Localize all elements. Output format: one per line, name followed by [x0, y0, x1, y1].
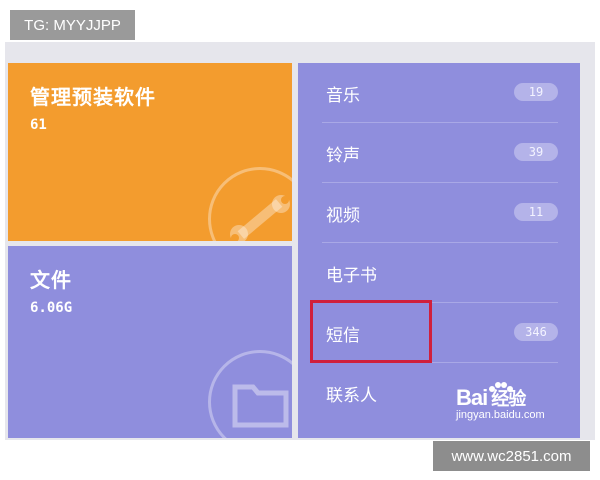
category-item-music[interactable]: 音乐 19 — [322, 63, 558, 123]
preinstalled-software-tile[interactable]: 管理预装软件 61 — [8, 63, 292, 241]
site-watermark-text: www.wc2851.com — [451, 447, 572, 465]
preinstalled-software-count: 61 — [30, 117, 47, 133]
category-label: 电子书 — [326, 266, 377, 286]
category-label: 音乐 — [326, 86, 360, 106]
category-label: 联系人 — [326, 386, 377, 406]
site-watermark-badge: www.wc2851.com — [433, 441, 590, 471]
category-label: 视频 — [326, 206, 360, 226]
category-label: 铃声 — [326, 146, 360, 166]
category-item-ringtones[interactable]: 铃声 39 — [322, 123, 558, 183]
folder-icon — [208, 350, 292, 438]
baidu-url: jingyan.baidu.com — [456, 409, 545, 421]
files-size: 6.06G — [30, 300, 73, 316]
baidu-brand: Bai — [456, 385, 488, 410]
category-item-ebooks[interactable]: 电子书 — [322, 243, 558, 303]
category-list-panel: 音乐 19 铃声 39 视频 11 电子书 短信 346 联系人 — [298, 63, 580, 438]
baidu-brand-cn: 经验 — [491, 389, 526, 409]
wrench-icon — [208, 167, 292, 241]
tg-watermark-text: TG: MYYJJPP — [24, 16, 121, 34]
category-count-badge: 11 — [514, 203, 558, 221]
category-count-badge: 346 — [514, 323, 558, 341]
files-title: 文件 — [30, 268, 72, 292]
category-count-badge: 39 — [514, 143, 558, 161]
preinstalled-software-title: 管理预装软件 — [30, 85, 156, 109]
category-count-badge: 19 — [514, 83, 558, 101]
sms-highlight-box — [310, 300, 432, 363]
files-tile[interactable]: 文件 6.06G — [8, 246, 292, 438]
baidu-jingyan-watermark: Bai 经验 jingyan.baidu.com — [456, 385, 545, 421]
tg-watermark-badge: TG: MYYJJPP — [10, 10, 135, 40]
category-item-videos[interactable]: 视频 11 — [322, 183, 558, 243]
